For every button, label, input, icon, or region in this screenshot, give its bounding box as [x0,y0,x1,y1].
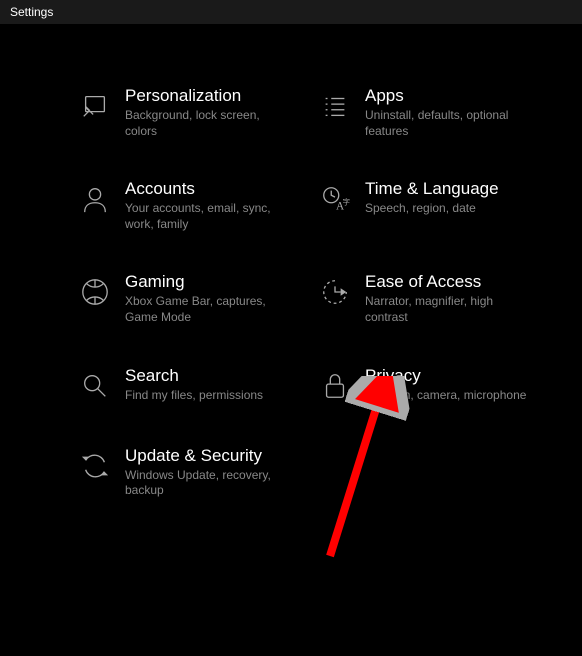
tile-subtitle: Uninstall, defaults, optional features [365,108,530,139]
settings-content: Personalization Background, lock screen,… [0,86,582,656]
tile-subtitle: Location, camera, microphone [365,388,530,404]
tile-subtitle: Xbox Game Bar, captures, Game Mode [125,294,290,325]
tile-subtitle: Windows Update, recovery, backup [125,468,290,499]
tile-search[interactable]: Search Find my files, permissions [20,366,290,406]
tile-update-security[interactable]: Update & Security Windows Update, recove… [20,446,290,499]
apps-icon [315,86,355,126]
tile-subtitle: Find my files, permissions [125,388,290,404]
tile-subtitle: Speech, region, date [365,201,530,217]
search-icon [75,366,115,406]
tile-privacy[interactable]: Privacy Location, camera, microphone [290,366,560,406]
tile-subtitle: Background, lock screen, colors [125,108,290,139]
tile-title: Search [125,366,290,386]
tile-title: Personalization [125,86,290,106]
time-language-icon: A 字 [315,179,355,219]
svg-text:字: 字 [343,197,351,207]
tile-gaming[interactable]: Gaming Xbox Game Bar, captures, Game Mod… [20,272,290,325]
tile-title: Accounts [125,179,290,199]
settings-grid: Personalization Background, lock screen,… [20,86,562,539]
tile-time-language[interactable]: A 字 Time & Language Speech, region, date [290,179,560,232]
tile-ease-of-access[interactable]: Ease of Access Narrator, magnifier, high… [290,272,560,325]
tile-subtitle: Your accounts, email, sync, work, family [125,201,290,232]
privacy-icon [315,366,355,406]
tile-title: Apps [365,86,560,106]
tile-personalization[interactable]: Personalization Background, lock screen,… [20,86,290,139]
tile-title: Ease of Access [365,272,560,292]
window-title: Settings [10,5,53,19]
tile-title: Privacy [365,366,560,386]
titlebar: Settings [0,0,582,24]
tile-subtitle: Narrator, magnifier, high contrast [365,294,530,325]
tile-title: Update & Security [125,446,290,466]
tile-apps[interactable]: Apps Uninstall, defaults, optional featu… [290,86,560,139]
update-security-icon [75,446,115,486]
gaming-icon [75,272,115,312]
accounts-icon [75,179,115,219]
tile-title: Gaming [125,272,290,292]
ease-of-access-icon [315,272,355,312]
personalization-icon [75,86,115,126]
tile-title: Time & Language [365,179,560,199]
tile-accounts[interactable]: Accounts Your accounts, email, sync, wor… [20,179,290,232]
